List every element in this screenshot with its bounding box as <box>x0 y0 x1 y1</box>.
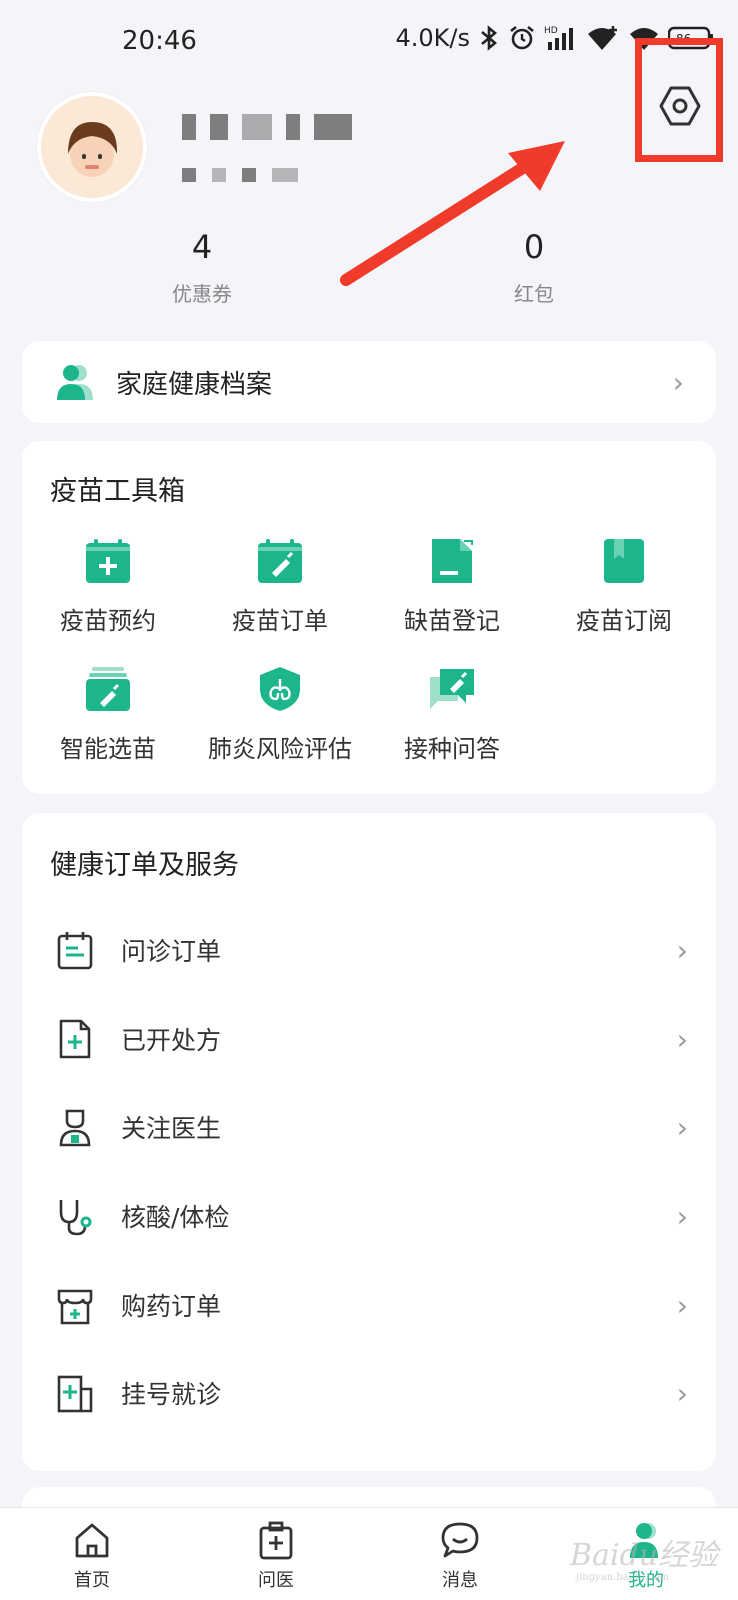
nav-ask-doctor[interactable]: 问医 <box>226 1520 326 1592</box>
highlight-annotation-box <box>635 38 723 162</box>
avatar[interactable] <box>37 92 147 202</box>
stacked-syringe-icon <box>86 667 130 711</box>
tool-label: 疫苗预约 <box>60 607 156 635</box>
userid-redacted <box>182 168 298 182</box>
bookmark-book-icon <box>604 539 644 583</box>
service-label: 已开处方 <box>121 1026 222 1055</box>
tool-label: 疫苗订阅 <box>576 607 672 635</box>
service-label: 问诊订单 <box>121 937 222 966</box>
chevron-right-icon: › <box>676 1022 688 1056</box>
svg-text:HD: HD <box>544 26 558 36</box>
tool-label: 智能选苗 <box>60 735 156 763</box>
health-services-title: 健康订单及服务 <box>50 850 239 881</box>
network-speed: 4.0K/s <box>395 24 471 52</box>
tool-label: 疫苗订单 <box>232 607 328 635</box>
calendar-syringe-icon <box>258 539 302 583</box>
document-edit-icon <box>432 539 473 583</box>
tool-label: 接种问答 <box>404 735 500 763</box>
tool-label: 肺炎风险评估 <box>208 735 352 763</box>
coupon-stat[interactable]: 4 优惠券 <box>122 228 282 307</box>
vaccine-toolbox-card: 疫苗工具箱 疫苗预约 疫苗订单 缺苗登记 疫苗订阅 智能选苗 肺炎风险评估 接种… <box>22 441 716 794</box>
nav-home[interactable]: 首页 <box>42 1520 142 1592</box>
username-redacted <box>182 114 352 140</box>
avatar-face-icon <box>41 96 143 198</box>
shield-lungs-icon <box>260 667 300 711</box>
service-label: 核酸/体检 <box>121 1203 230 1232</box>
family-users-icon <box>57 365 93 400</box>
red-packet-stat[interactable]: 0 红包 <box>454 228 614 307</box>
status-time: 20:46 <box>122 26 197 56</box>
chevron-right-icon: › <box>676 933 688 967</box>
tool-label: 缺苗登记 <box>404 607 500 635</box>
calendar-plus-icon <box>86 539 130 583</box>
pharmacy-store-icon <box>57 1289 93 1325</box>
stethoscope-icon <box>59 1200 92 1236</box>
chevron-right-icon: › <box>672 365 684 399</box>
service-followed-doctors[interactable]: 关注医生 › <box>22 1095 716 1159</box>
tool-vaccine-appointment[interactable]: 疫苗预约 <box>22 537 194 636</box>
service-label: 挂号就诊 <box>121 1380 222 1409</box>
service-registration[interactable]: 挂号就诊 › <box>22 1361 716 1425</box>
clipboard-list-icon <box>57 932 93 970</box>
service-label: 关注医生 <box>121 1114 222 1143</box>
chevron-right-icon: › <box>676 1376 688 1410</box>
tool-vaccine-subscribe[interactable]: 疫苗订阅 <box>538 537 710 636</box>
doctor-icon <box>59 1109 91 1147</box>
red-packet-label: 红包 <box>514 282 554 306</box>
prescription-file-icon <box>59 1019 91 1059</box>
tool-vaccination-qa[interactable]: 接种问答 <box>366 665 538 764</box>
tool-vaccine-shortage[interactable]: 缺苗登记 <box>366 537 538 636</box>
medical-kit-icon <box>259 1521 293 1560</box>
chat-syringe-icon <box>430 669 474 709</box>
nav-label: 消息 <box>442 1570 478 1591</box>
chat-bubble-icon <box>441 1522 479 1558</box>
bluetooth-icon <box>481 25 498 51</box>
chevron-right-icon: › <box>676 1199 688 1233</box>
service-pharmacy-orders[interactable]: 购药订单 › <box>22 1273 716 1337</box>
status-bar: 20:46 4.0K/s HD 86 <box>0 0 738 84</box>
tool-vaccine-order[interactable]: 疫苗订单 <box>194 537 366 636</box>
vaccine-toolbox-title: 疫苗工具箱 <box>50 476 185 507</box>
nav-label: 首页 <box>74 1570 110 1591</box>
tool-pneumonia-risk[interactable]: 肺炎风险评估 <box>194 665 366 764</box>
nav-messages[interactable]: 消息 <box>410 1520 510 1592</box>
nav-label: 问医 <box>258 1570 294 1591</box>
alarm-icon <box>510 25 534 50</box>
coupon-label: 优惠券 <box>172 282 232 306</box>
family-health-record-card[interactable]: 家庭健康档案 › <box>22 341 716 423</box>
home-icon <box>75 1523 109 1558</box>
health-services-card: 健康订单及服务 问诊订单 › 已开处方 › 关注医生 › 核酸/体检 › 购药订… <box>22 813 716 1471</box>
coupon-count: 4 <box>191 228 213 266</box>
service-label: 购药订单 <box>121 1292 222 1321</box>
family-record-label: 家庭健康档案 <box>116 369 273 400</box>
chevron-right-icon: › <box>676 1110 688 1144</box>
service-consult-orders[interactable]: 问诊订单 › <box>22 918 716 982</box>
chevron-right-icon: › <box>676 1288 688 1322</box>
watermark: Baidu经验 jingyan.baidu.com <box>570 1538 719 1583</box>
wifi-plus-icon <box>588 26 617 50</box>
red-packet-count: 0 <box>523 228 545 266</box>
tool-smart-vaccine-select[interactable]: 智能选苗 <box>22 665 194 764</box>
service-prescriptions[interactable]: 已开处方 › <box>22 1007 716 1071</box>
service-nucleic-checkup[interactable]: 核酸/体检 › <box>22 1184 716 1248</box>
hospital-register-icon <box>57 1375 93 1413</box>
hd-signal-icon: HD <box>544 26 573 50</box>
